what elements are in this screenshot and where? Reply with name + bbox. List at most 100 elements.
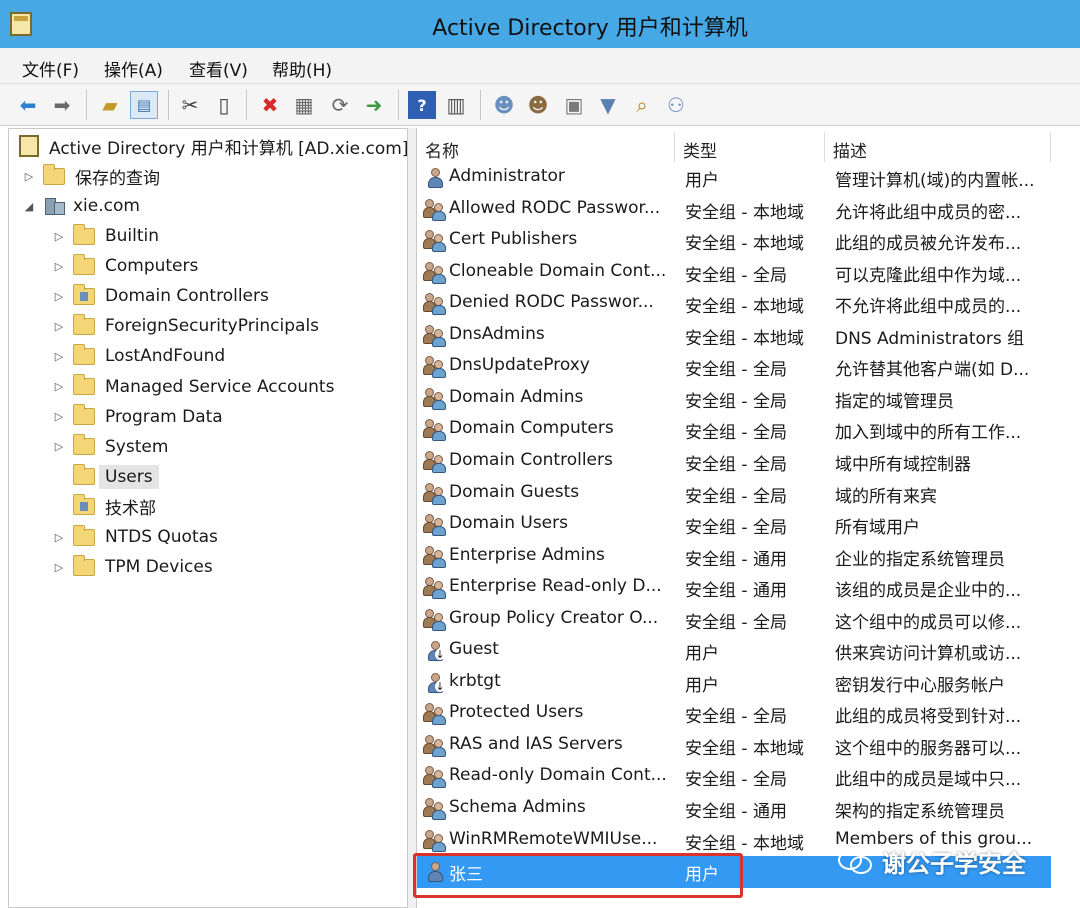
list-row[interactable]: Domain Users 安全组 - 全局 所有域用户 bbox=[417, 509, 1080, 541]
menu-file[interactable]: 文件(F) bbox=[22, 56, 79, 81]
group-icon bbox=[423, 230, 447, 253]
expand-arrow-icon[interactable]: ▷ bbox=[21, 170, 37, 183]
expand-arrow-icon[interactable]: ▷ bbox=[51, 350, 67, 363]
list-row[interactable]: Schema Admins 安全组 - 通用 架构的指定系统管理员 bbox=[417, 793, 1080, 825]
list-row[interactable]: DnsUpdateProxy 安全组 - 全局 允许替其他客户端(如 D... bbox=[417, 351, 1080, 383]
menu-action[interactable]: 操作(A) bbox=[104, 56, 163, 81]
delete-icon[interactable]: ✖ bbox=[256, 91, 284, 119]
cell-name: Read-only Domain Cont... bbox=[449, 765, 667, 786]
properties-icon[interactable]: ▦ bbox=[290, 91, 318, 119]
list-row[interactable]: Domain Guests 安全组 - 全局 域的所有来宾 bbox=[417, 478, 1080, 510]
list-row[interactable]: Domain Admins 安全组 - 全局 指定的域管理员 bbox=[417, 383, 1080, 415]
column-header-name[interactable]: 名称 bbox=[417, 132, 675, 162]
cell-description: 域中所有域控制器 bbox=[835, 454, 971, 475]
list-row[interactable]: krbtgt 用户 密钥发行中心服务帐户 bbox=[417, 667, 1080, 699]
list-row[interactable]: Protected Users 安全组 - 全局 此组的成员将受到针对... bbox=[417, 698, 1080, 730]
filter-icon[interactable]: ▼ bbox=[594, 91, 622, 119]
export-icon[interactable]: ➜ bbox=[360, 91, 388, 119]
tree-item-foreignsecurityprincipals[interactable]: ▷ ForeignSecurityPrincipals bbox=[51, 311, 319, 341]
cell-type: 安全组 - 全局 bbox=[685, 707, 787, 728]
tree-root[interactable]: Active Directory 用户和计算机 [AD.xie.com] bbox=[19, 131, 407, 161]
list-row[interactable]: Guest 用户 供来宾访问计算机或访... bbox=[417, 635, 1080, 667]
console-tree: Active Directory 用户和计算机 [AD.xie.com] ▷ 保… bbox=[8, 128, 408, 908]
tree-item-saved-queries[interactable]: ▷ 保存的查询 bbox=[21, 161, 160, 191]
list-row[interactable]: Read-only Domain Cont... 安全组 - 全局 此组中的成员是域… bbox=[417, 761, 1080, 793]
tree-item-domain-controllers[interactable]: ▷ Domain Controllers bbox=[51, 281, 269, 311]
copy-icon[interactable]: ▯ bbox=[210, 91, 238, 119]
find-icon[interactable]: ⌕ bbox=[628, 91, 656, 119]
list-row[interactable]: Cert Publishers 安全组 - 本地域 此组的成员被允许发布... bbox=[417, 225, 1080, 257]
expand-arrow-icon[interactable]: ▷ bbox=[51, 561, 67, 574]
forward-icon[interactable]: ➡ bbox=[48, 91, 76, 119]
pane-splitter[interactable] bbox=[408, 128, 416, 908]
tree-item-tpm-devices[interactable]: ▷ TPM Devices bbox=[51, 552, 213, 582]
cell-type: 安全组 - 全局 bbox=[685, 486, 787, 507]
toolbar-separator bbox=[86, 90, 87, 120]
up-folder-icon[interactable]: ▰ bbox=[96, 91, 124, 119]
tree-item-ntds-quotas[interactable]: ▷ NTDS Quotas bbox=[51, 522, 218, 552]
column-header-type[interactable]: 类型 bbox=[675, 132, 825, 162]
new-group-icon[interactable]: ☻ bbox=[524, 91, 552, 119]
menu-help[interactable]: 帮助(H) bbox=[272, 56, 332, 81]
list-row[interactable]: Domain Computers 安全组 - 全局 加入到域中的所有工作... bbox=[417, 414, 1080, 446]
view-icon[interactable]: ▥ bbox=[442, 91, 470, 119]
tree-item-label: Computers bbox=[105, 256, 199, 277]
cell-description: DNS Administrators 组 bbox=[835, 328, 1025, 349]
tree-item-managed-service-accounts[interactable]: ▷ Managed Service Accounts bbox=[51, 372, 334, 402]
cell-type: 用户 bbox=[685, 171, 719, 191]
expand-arrow-icon[interactable]: ▷ bbox=[51, 410, 67, 423]
folder-icon bbox=[73, 253, 95, 275]
expand-arrow-icon[interactable]: ▷ bbox=[51, 260, 67, 273]
expand-arrow-icon[interactable]: ▷ bbox=[51, 320, 67, 333]
tree-item-label: Program Data bbox=[105, 406, 223, 427]
new-user-icon[interactable]: ☻ bbox=[490, 91, 518, 119]
tree-item-lostandfound[interactable]: ▷ LostAndFound bbox=[51, 341, 225, 371]
group-icon bbox=[423, 608, 447, 631]
list-row[interactable]: Cloneable Domain Cont... 安全组 - 全局 可以克隆此组中作… bbox=[417, 257, 1080, 289]
menu-view[interactable]: 查看(V) bbox=[189, 56, 248, 81]
cell-description: 加入到域中的所有工作... bbox=[835, 423, 1022, 444]
list-row[interactable]: Domain Controllers 安全组 - 全局 域中所有域控制器 bbox=[417, 446, 1080, 478]
list-row[interactable]: Group Policy Creator O... 安全组 - 全局 这个组中的成员… bbox=[417, 604, 1080, 636]
expand-arrow-icon[interactable]: ▷ bbox=[51, 230, 67, 243]
cell-type: 安全组 - 通用 bbox=[685, 581, 787, 602]
expand-arrow-icon[interactable]: ▷ bbox=[51, 440, 67, 453]
list-row[interactable]: Denied RODC Passwor... 安全组 - 本地域 不允许将此组中成员… bbox=[417, 288, 1080, 320]
refresh-icon[interactable]: ⟳ bbox=[326, 91, 354, 119]
tree-item-users[interactable]: Users bbox=[51, 462, 159, 492]
list-row[interactable]: Enterprise Read-only D... 安全组 - 通用 该组的成员是企… bbox=[417, 572, 1080, 604]
group-icon bbox=[423, 324, 447, 347]
expand-arrow-icon[interactable]: ▷ bbox=[51, 380, 67, 393]
cell-type: 安全组 - 本地域 bbox=[685, 297, 804, 318]
tree-item-program-data[interactable]: ▷ Program Data bbox=[51, 402, 223, 432]
cut-icon[interactable]: ✂ bbox=[176, 91, 204, 119]
group-icon bbox=[423, 734, 447, 757]
folder-icon bbox=[73, 434, 95, 456]
group-icon bbox=[423, 198, 447, 221]
cell-name: Cert Publishers bbox=[449, 229, 578, 250]
expand-arrow-icon[interactable]: ▷ bbox=[51, 290, 67, 303]
new-ou-icon[interactable]: ▣ bbox=[560, 91, 588, 119]
tree-item-domain[interactable]: ◢ xie.com bbox=[21, 191, 140, 221]
console-tree-icon[interactable]: ▤ bbox=[130, 91, 158, 119]
watermark: 谢公子学安全 bbox=[838, 843, 1026, 879]
column-header-description[interactable]: 描述 bbox=[825, 132, 1051, 162]
disabled-user-icon bbox=[426, 641, 445, 662]
tree-item-computers[interactable]: ▷ Computers bbox=[51, 251, 198, 281]
tree-item-builtin[interactable]: ▷ Builtin bbox=[51, 221, 159, 251]
add-to-group-icon[interactable]: ⚇ bbox=[662, 91, 690, 119]
help-icon[interactable]: ? bbox=[408, 91, 436, 119]
tree-item-label: xie.com bbox=[73, 196, 140, 216]
list-row[interactable]: Enterprise Admins 安全组 - 通用 企业的指定系统管理员 bbox=[417, 541, 1080, 573]
title-bar: Active Directory 用户和计算机 bbox=[0, 0, 1080, 48]
collapse-arrow-icon[interactable]: ◢ bbox=[21, 200, 37, 213]
tree-item-system[interactable]: ▷ System bbox=[51, 432, 168, 462]
tree-item-技术部[interactable]: 技术部 bbox=[51, 492, 156, 522]
list-row[interactable]: DnsAdmins 安全组 - 本地域 DNS Administrators 组 bbox=[417, 320, 1080, 352]
list-row[interactable]: RAS and IAS Servers 安全组 - 本地域 这个组中的服务器可以..… bbox=[417, 730, 1080, 762]
list-row[interactable]: Administrator 用户 管理计算机(域)的内置帐... bbox=[417, 162, 1080, 194]
list-row[interactable]: Allowed RODC Passwor... 安全组 - 本地域 允许将此组中成员… bbox=[417, 194, 1080, 226]
back-icon[interactable]: ⬅ bbox=[14, 91, 42, 119]
expand-arrow-icon[interactable]: ▷ bbox=[51, 531, 67, 544]
tree-item-label: TPM Devices bbox=[105, 557, 213, 578]
